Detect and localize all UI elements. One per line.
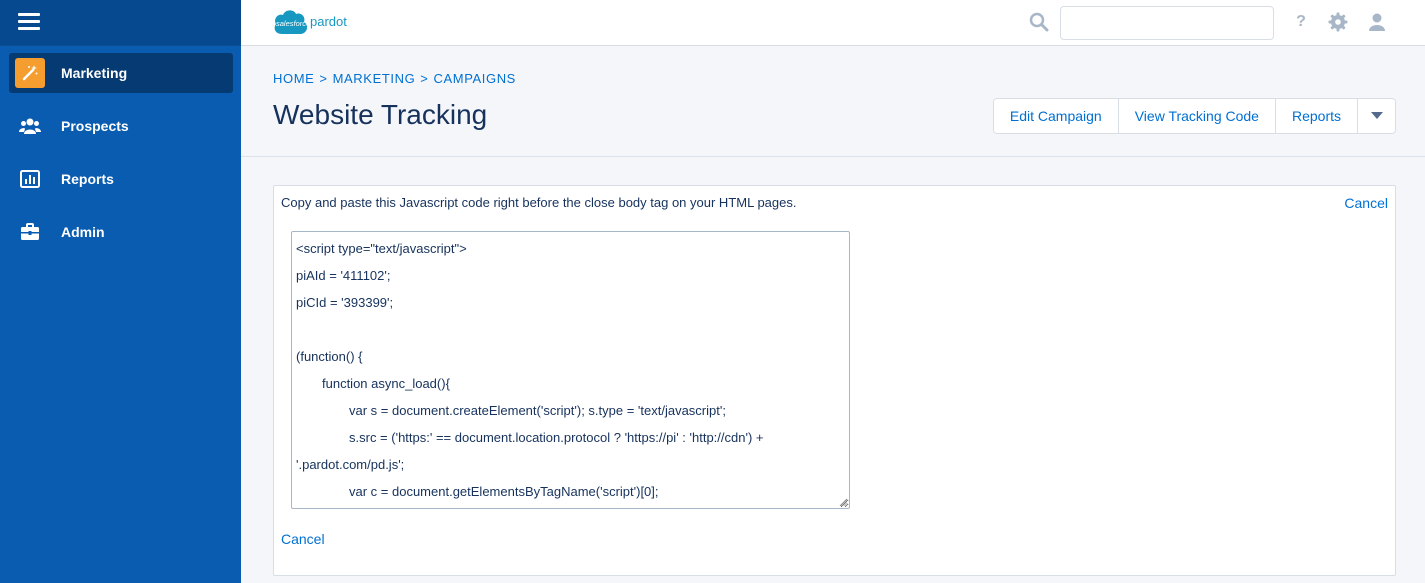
sidebar-item-marketing[interactable]: Marketing <box>9 53 233 93</box>
briefcase-icon <box>19 221 41 243</box>
svg-text:salesforce: salesforce <box>276 19 310 28</box>
search-input[interactable] <box>1060 6 1274 40</box>
people-icon <box>19 115 41 137</box>
edit-campaign-button[interactable]: Edit Campaign <box>993 99 1119 133</box>
sidebar: Marketing Prospects Reports Admin <box>0 0 241 583</box>
cancel-link-bottom[interactable]: Cancel <box>281 531 325 547</box>
breadcrumb-separator: > <box>319 71 328 86</box>
code-line: s.src = ('https:' == document.location.p… <box>349 430 764 445</box>
view-tracking-code-button[interactable]: View Tracking Code <box>1118 99 1276 133</box>
search-icon[interactable] <box>1029 12 1049 32</box>
page-title: Website Tracking <box>273 99 488 130</box>
code-line: var s = document.createElement('script')… <box>349 403 726 418</box>
code-line: <script type="text/javascript"> <box>296 241 467 256</box>
breadcrumb-home[interactable]: HOME <box>273 71 314 86</box>
sidebar-header <box>0 0 241 46</box>
pardot-logo[interactable]: salesforce pardot <box>272 4 364 42</box>
breadcrumb-separator: > <box>420 71 429 86</box>
code-line: function async_load(){ <box>322 376 450 391</box>
tracking-code-panel: Copy and paste this Javascript code righ… <box>273 185 1396 576</box>
cancel-link-top[interactable]: Cancel <box>1344 195 1388 211</box>
gear-icon[interactable] <box>1328 12 1348 32</box>
breadcrumb-marketing[interactable]: MARKETING <box>333 71 416 86</box>
breadcrumb-campaigns[interactable]: CAMPAIGNS <box>434 71 516 86</box>
reports-button[interactable]: Reports <box>1275 99 1358 133</box>
page-header: HOME > MARKETING > CAMPAIGNS Website Trackin… <box>241 47 1425 157</box>
magic-wand-icon <box>15 58 45 88</box>
sidebar-item-label: Prospects <box>61 118 129 134</box>
code-line: (function() { <box>296 349 363 364</box>
hamburger-menu-icon[interactable] <box>18 13 40 31</box>
breadcrumb: HOME > MARKETING > CAMPAIGNS <box>273 71 516 86</box>
sidebar-item-label: Reports <box>61 171 114 187</box>
instructions-text: Copy and paste this Javascript code righ… <box>281 195 797 210</box>
sidebar-item-admin[interactable]: Admin <box>9 212 233 252</box>
help-icon[interactable]: ? <box>1294 11 1308 33</box>
resize-grip-icon[interactable] <box>839 498 847 506</box>
action-button-group: Edit Campaign View Tracking Code Reports <box>992 98 1396 134</box>
more-actions-button[interactable] <box>1358 99 1395 133</box>
svg-text:pardot: pardot <box>310 14 347 29</box>
code-line: piCId = '393399'; <box>296 295 394 310</box>
bar-chart-icon <box>19 168 41 190</box>
top-header: salesforce pardot ? <box>241 0 1425 46</box>
sidebar-item-label: Admin <box>61 224 105 240</box>
sidebar-item-prospects[interactable]: Prospects <box>9 106 233 146</box>
code-line: piAId = '411102'; <box>296 268 391 283</box>
user-icon[interactable] <box>1368 12 1386 32</box>
caret-down-icon <box>1370 112 1383 119</box>
sidebar-item-label: Marketing <box>61 65 128 81</box>
tracking-code-textarea[interactable]: <script type="text/javascript"> piAId = … <box>291 231 850 509</box>
code-line: '.pardot.com/pd.js'; <box>296 457 405 472</box>
code-line: var c = document.getElementsByTagName('s… <box>349 484 659 499</box>
sidebar-item-reports[interactable]: Reports <box>9 159 233 199</box>
